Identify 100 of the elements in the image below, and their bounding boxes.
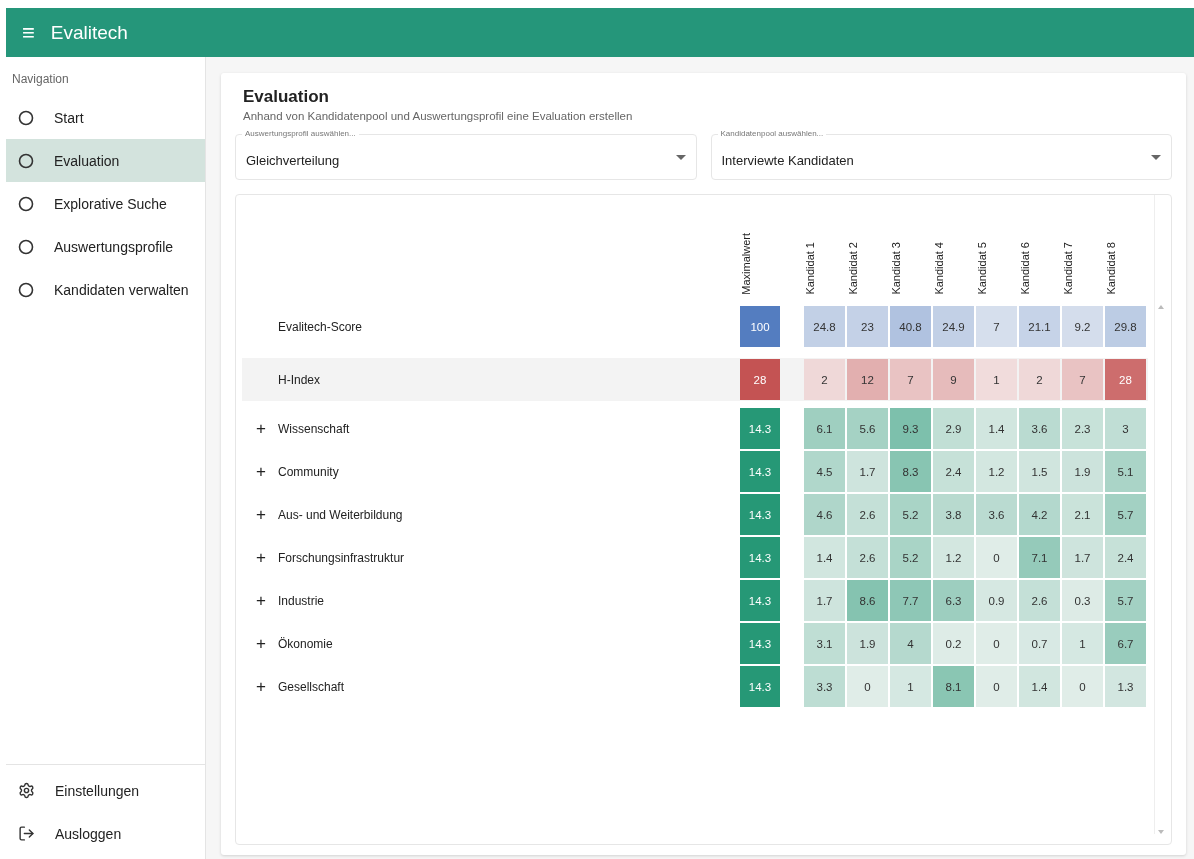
expand-toggle[interactable]: + [256,635,266,652]
heatmap-cell: 2.4 [1105,537,1146,578]
heatmap-cell: 2 [1019,359,1060,400]
max-value-cell: 28 [740,359,780,400]
column-header: Kandidat 1 [804,242,817,295]
row-label: Ökonomie [278,636,333,651]
column-header: Kandidat 5 [976,242,989,295]
heatmap-cell: 0.7 [1019,623,1060,664]
heatmap-cell: 1.5 [1019,451,1060,492]
heatmap-cell: 2.4 [933,451,974,492]
nav-item[interactable]: Start [6,96,205,139]
heatmap-cell: 9.2 [1062,306,1103,347]
heatmap-cell: 2.6 [847,494,888,535]
radio-circle-icon [18,152,34,169]
nav-item[interactable]: Kandidaten verwalten [6,268,205,311]
table-row[interactable]: + Wissenschaft 14.3 6.1 5.6 9.3 2.9 1.4 3.6 2.3 3 [242,407,1148,450]
radio-circle-icon [18,109,34,126]
heatmap-cell: 2.9 [933,408,974,449]
heatmap-cell: 0 [847,666,888,707]
heatmap-cell: 8.6 [847,580,888,621]
heatmap-cell: 3.8 [933,494,974,535]
nav-item[interactable]: Ausloggen [6,812,205,855]
expand-toggle[interactable]: + [256,549,266,566]
heatmap-cell: 5.7 [1105,580,1146,621]
heatmap-cell: 2 [804,359,845,400]
settings-icon [18,782,35,799]
heatmap-cell: 1.7 [847,451,888,492]
max-value-cell: 14.3 [740,408,780,449]
heatmap-cell: 1.4 [804,537,845,578]
heatmap-cell: 1.9 [847,623,888,664]
column-header: Kandidat 8 [1105,242,1118,295]
heatmap-cell: 9.3 [890,408,931,449]
table-row[interactable]: + Community 14.3 4.5 1.7 8.3 2.4 1.2 1.5 1.9 5.1 [242,450,1148,493]
logout-icon [18,825,35,842]
row-label: Aus- und Weiterbildung [278,507,403,522]
heatmap-cell: 5.6 [847,408,888,449]
row-label: Wissenschaft [278,421,350,436]
expand-toggle[interactable]: + [256,678,266,695]
heatmap-cell: 3.1 [804,623,845,664]
menu-icon[interactable]: ≡ [22,21,35,44]
heatmap-cell: 7.7 [890,580,931,621]
scroll-up-icon[interactable] [1158,305,1164,309]
heatmap-cell: 0 [976,537,1017,578]
heatmap-cell: 40.8 [890,306,931,347]
app-title: Evalitech [50,21,128,44]
heatmap-cell: 1 [976,359,1017,400]
table-row[interactable]: + Ökonomie 14.3 3.1 1.9 4 0.2 0 0.7 1 6.7 [242,622,1148,665]
heatmap-cell: 7 [976,306,1017,347]
nav-item[interactable]: Explorative Suche [6,182,205,225]
nav-item[interactable]: Einstellungen [6,769,205,812]
heatmap-cell: 1.4 [1019,666,1060,707]
expand-toggle[interactable]: + [256,506,266,523]
table-row[interactable]: + Forschungsinfrastruktur 14.3 1.4 2.6 5.2 1.2 0 7.1 1.7 2.4 [242,536,1148,579]
radio-circle-icon [18,238,34,255]
table-row[interactable]: H-Index 28 2 12 7 9 1 2 7 28 [242,358,1148,401]
expand-toggle[interactable]: + [256,463,266,480]
table-row[interactable]: + Gesellschaft 14.3 3.3 0 1 8.1 0 1.4 0 1.3 [242,665,1148,708]
dropdown-caret-icon [1151,154,1161,160]
table-row[interactable]: + Industrie 14.3 1.7 8.6 7.7 6.3 0.9 2.6 0.3 5.7 [242,579,1148,622]
heatmap-cell: 4.5 [804,451,845,492]
radio-circle-icon [18,281,34,298]
expand-toggle[interactable]: + [256,420,266,437]
row-label: Evalitech-Score [277,319,363,334]
heatmap-cell: 4.6 [804,494,845,535]
heatmap-cell: 6.1 [804,408,845,449]
heatmap-cell: 7.1 [1019,537,1060,578]
heatmap-cell: 2.3 [1062,408,1103,449]
row-label: Industrie [278,593,325,608]
nav-item[interactable]: Auswertungsprofile [6,225,205,268]
field-label: Auswertungsprofil auswählen... [242,129,359,138]
heatmap-cell: 9 [933,359,974,400]
heatmap-cell: 1.9 [1062,451,1103,492]
column-header: Maximalwert [740,233,753,295]
heatmap-cell: 0.2 [933,623,974,664]
row-label: Community [278,464,339,479]
heatmap-cell: 0 [1062,666,1103,707]
max-value-cell: 14.3 [740,580,780,621]
field-value: Interviewte Kandidaten [721,151,855,168]
heatmap-cell: 2.6 [847,537,888,578]
heatmap-cell: 21.1 [1019,306,1060,347]
heatmap-cell: 3.3 [804,666,845,707]
max-value-cell: 14.3 [740,623,780,664]
heatmap-cell: 23 [847,306,888,347]
heatmap-cell: 12 [847,359,888,400]
table-row[interactable]: + Aus- und Weiterbildung 14.3 4.6 2.6 5.2 3.8 3.6 4.2 2.1 5.7 [242,493,1148,536]
column-header: Kandidat 4 [933,242,946,295]
heatmap-cell: 5.2 [890,494,931,535]
row-label: Gesellschaft [278,679,345,694]
max-value-cell: 14.3 [740,666,780,707]
field-value: Gleichverteilung [246,151,341,168]
heatmap-cell: 1 [890,666,931,707]
expand-toggle[interactable]: + [256,592,266,609]
heatmap-cell: 5.2 [890,537,931,578]
heatmap-cell: 1.3 [1105,666,1146,707]
heatmap-cell: 6.3 [933,580,974,621]
nav-item[interactable]: Evaluation [6,139,205,182]
table-row[interactable]: Evalitech-Score 100 24.8 23 40.8 24.9 7 21.1 9.2 29.8 [242,305,1148,348]
scroll-down-icon[interactable] [1158,830,1164,834]
heatmap-cell: 24.8 [804,306,845,347]
heatmap-cell: 7 [1062,359,1103,400]
